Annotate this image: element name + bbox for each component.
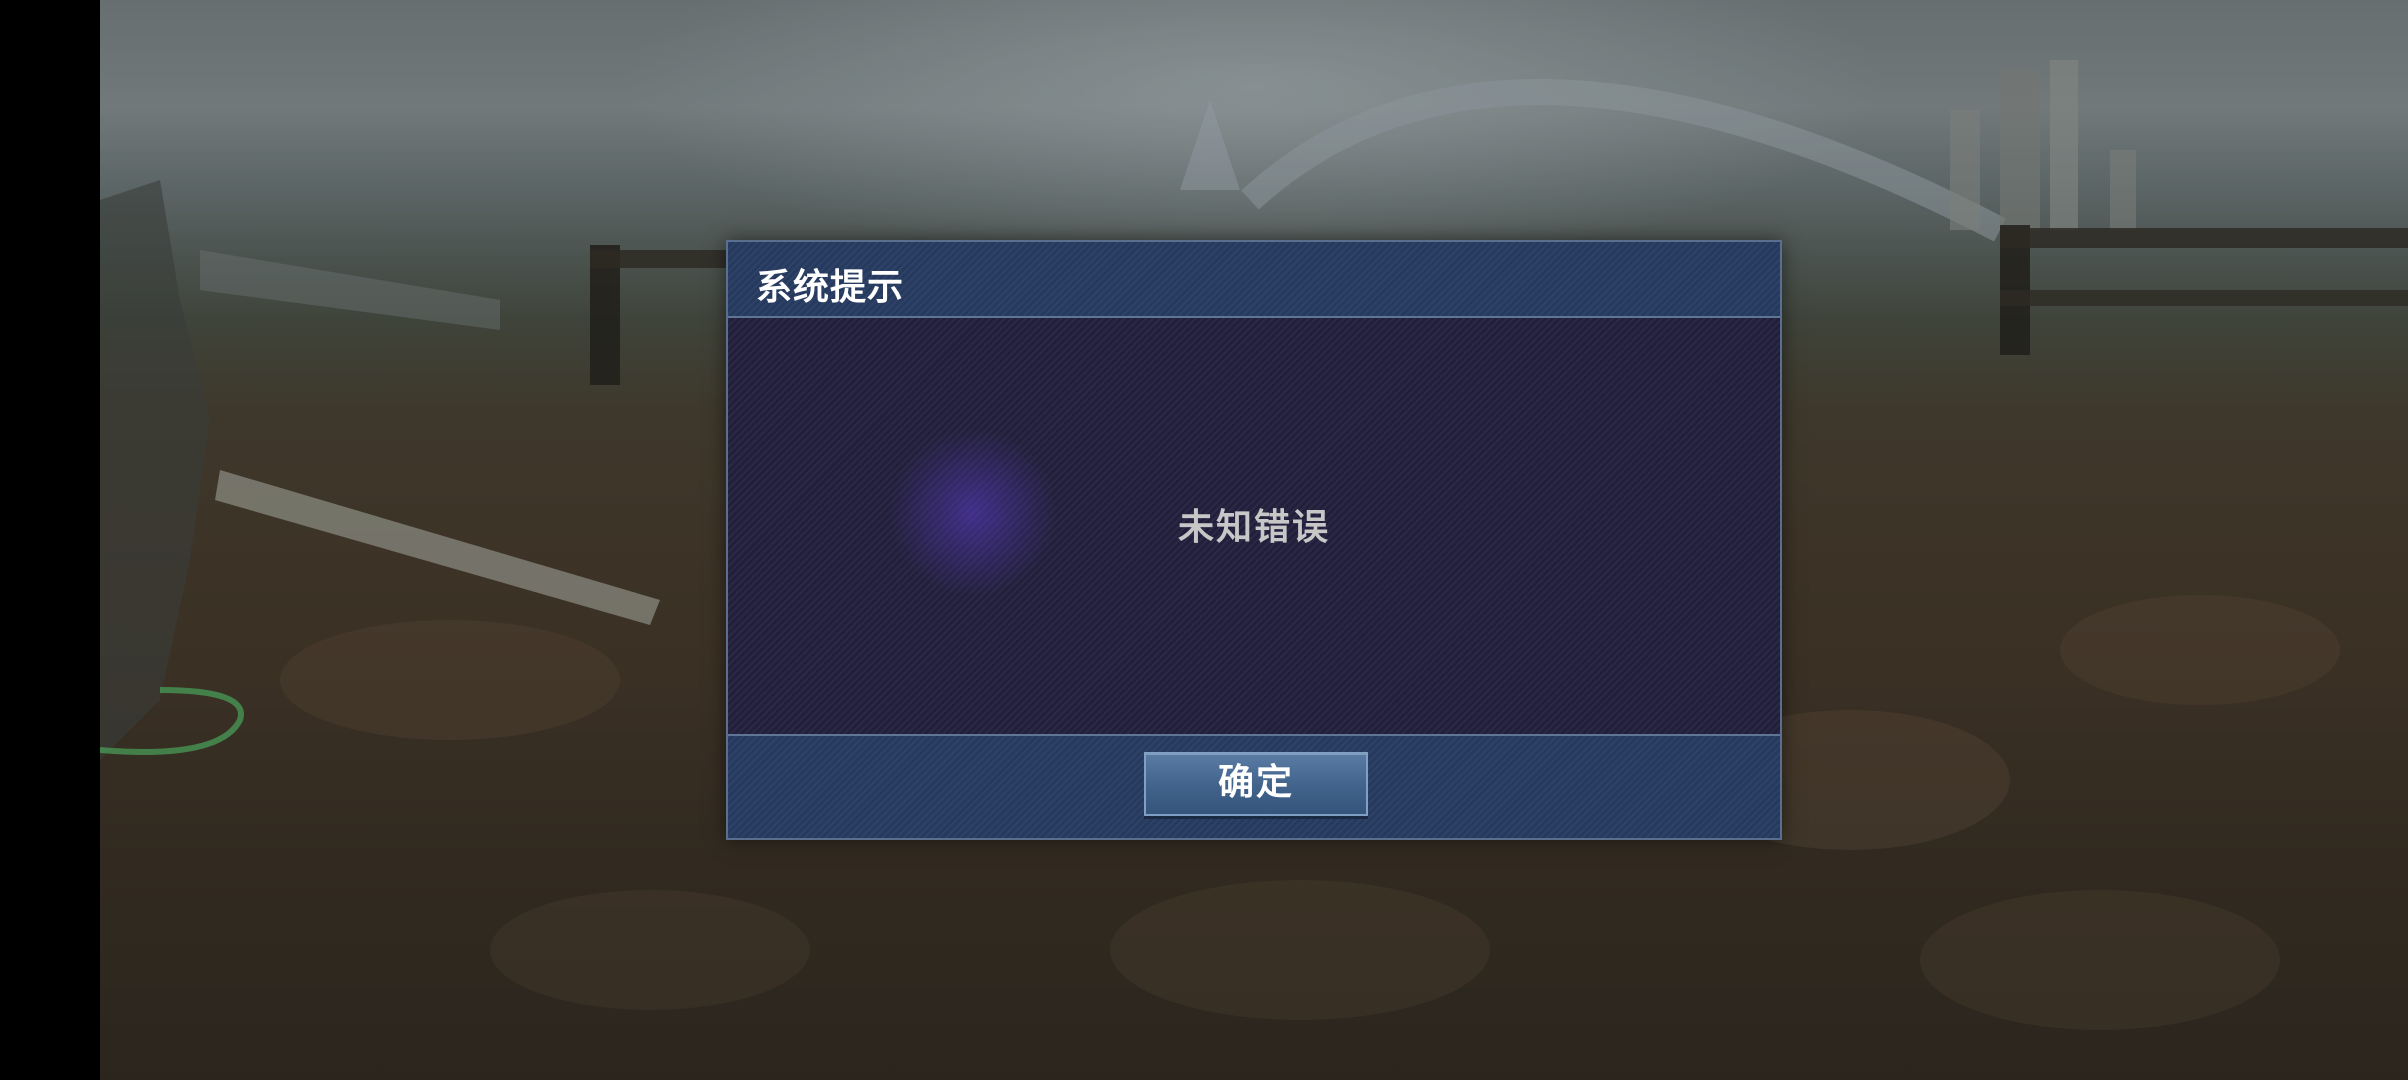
dialog-header: 系统提示	[728, 242, 1780, 318]
dialog-title: 系统提示	[756, 267, 905, 308]
dialog-body: 未知错误	[728, 318, 1780, 734]
letterbox-bar	[0, 0, 100, 1080]
confirm-button[interactable]: 确定	[1144, 752, 1368, 816]
dialog-message: 未知错误	[1177, 507, 1330, 548]
dialog-footer: 确定	[728, 734, 1780, 838]
game-screen: 系统提示 未知错误 确定	[0, 0, 2408, 1080]
system-dialog: 系统提示 未知错误 确定	[726, 240, 1782, 840]
